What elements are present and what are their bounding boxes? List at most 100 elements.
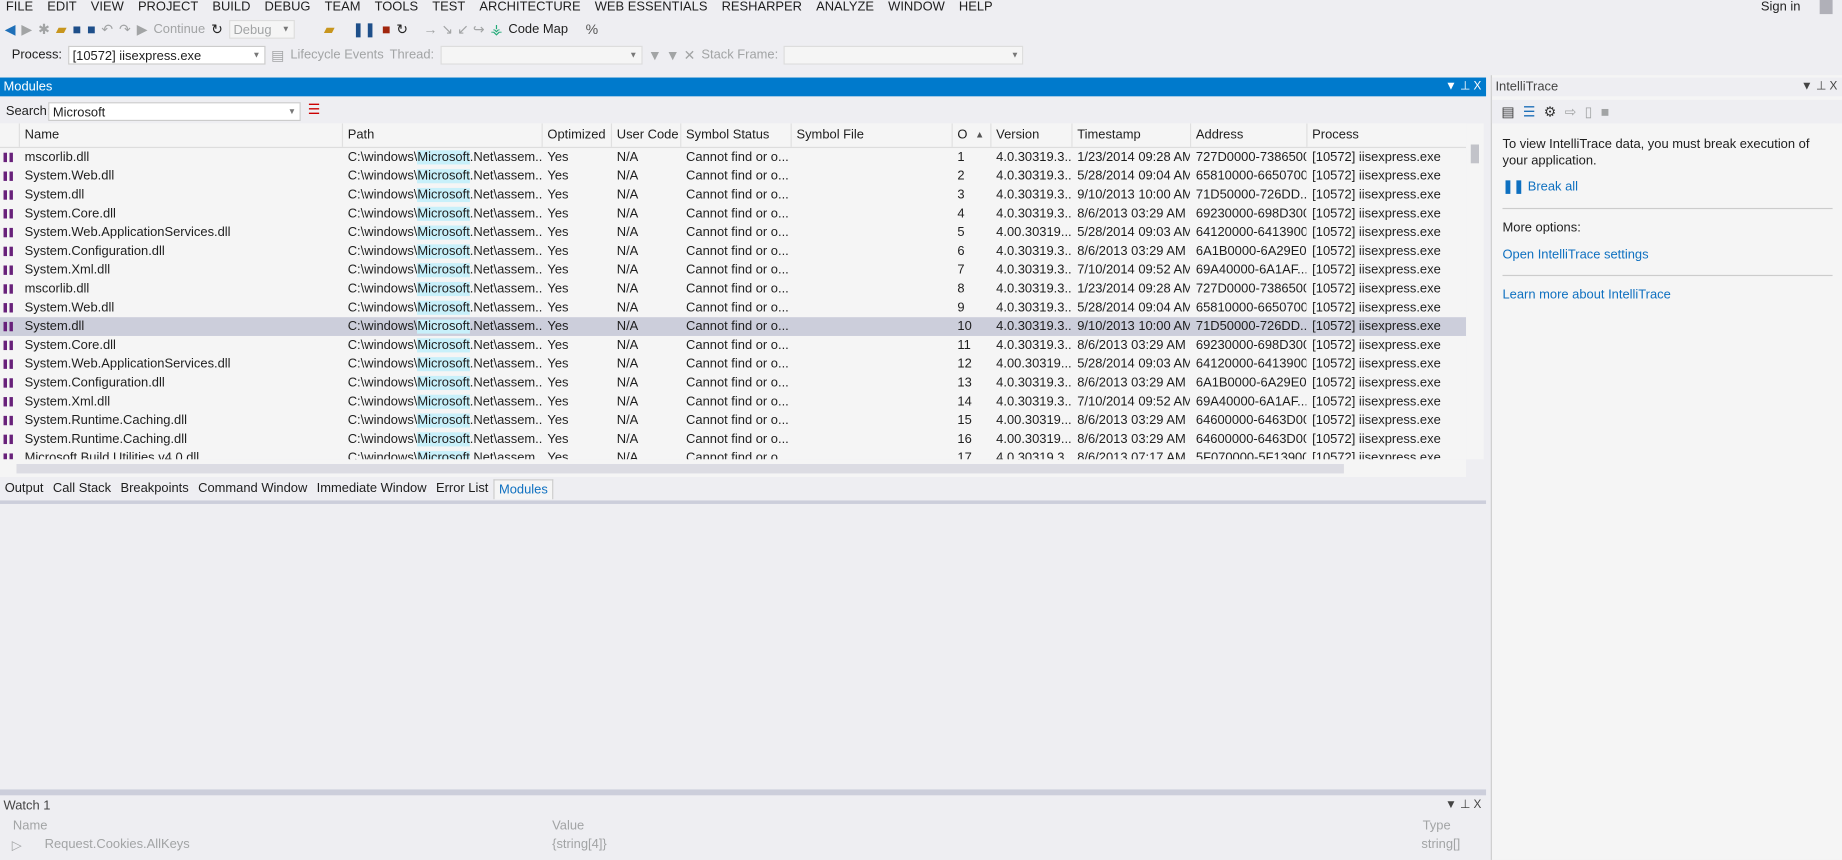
menu-build[interactable]: BUILD xyxy=(206,0,258,15)
menu-help[interactable]: HELP xyxy=(953,0,1001,15)
table-row[interactable]: System.Xml.dll C:\windows\Microsoft.Net\a… xyxy=(0,392,1466,411)
column-header-o[interactable]: O xyxy=(951,123,991,147)
scroll-thumb[interactable] xyxy=(1470,144,1479,164)
table-row[interactable]: Microsoft.Build.Utilities.v4.0.dll C:\win… xyxy=(0,449,1466,460)
navigate-icon[interactable]: ⇨ xyxy=(1565,103,1577,119)
table-row[interactable]: mscorlib.dll C:\windows\Microsoft.Net\ass… xyxy=(0,148,1466,167)
watch-row-value[interactable]: {string[4]} xyxy=(552,838,607,852)
tab-breakpoints[interactable]: Breakpoints xyxy=(116,479,194,499)
column-header-address[interactable]: Address xyxy=(1190,123,1306,147)
close-icon[interactable]: X xyxy=(1474,80,1482,93)
continue-button[interactable]: Continue xyxy=(153,22,205,36)
column-header-symbol-file[interactable]: Symbol File xyxy=(790,123,952,147)
menu-file[interactable]: FILE xyxy=(0,0,41,15)
restart-debugging-icon[interactable]: ↻ xyxy=(396,21,408,37)
table-row[interactable]: System.Web.dll C:\windows\Microsoft.Net\a… xyxy=(0,167,1466,186)
table-row[interactable]: System.Runtime.Caching.dll C:\windows\Mic… xyxy=(0,411,1466,430)
tab-immediate-window[interactable]: Immediate Window xyxy=(312,479,431,499)
menu-debug[interactable]: DEBUG xyxy=(259,0,319,15)
menu-test[interactable]: TEST xyxy=(426,0,473,15)
window-menu-icon[interactable]: ▼ xyxy=(1445,80,1457,93)
table-row[interactable]: System.Web.ApplicationServices.dll C:\win… xyxy=(0,223,1466,242)
tab-modules[interactable]: Modules xyxy=(493,479,554,500)
table-row[interactable]: System.Runtime.Caching.dll C:\windows\Mic… xyxy=(0,430,1466,449)
toolbar-options-icon[interactable]: % xyxy=(586,21,599,37)
window-menu-icon[interactable]: ▼ xyxy=(1801,80,1813,93)
table-row[interactable]: System.Web.dll C:\windows\Microsoft.Net\a… xyxy=(0,298,1466,317)
horizontal-scrollbar[interactable] xyxy=(0,459,1467,477)
save-all-icon[interactable]: ■ xyxy=(87,21,96,37)
break-all-icon[interactable]: ❚❚ xyxy=(352,21,376,37)
menu-team[interactable]: TEAM xyxy=(319,0,369,15)
table-row[interactable]: mscorlib.dll C:\windows\Microsoft.Net\ass… xyxy=(0,280,1466,299)
menu-window[interactable]: WINDOW xyxy=(882,0,953,15)
thread-select[interactable]: ▼ xyxy=(439,45,643,65)
table-row[interactable]: System.Core.dll C:\windows\Microsoft.Net\… xyxy=(0,336,1466,355)
menu-architecture[interactable]: ARCHITECTURE xyxy=(474,0,589,15)
table-row[interactable]: System.Web.ApplicationServices.dll C:\win… xyxy=(0,355,1466,374)
splitter[interactable] xyxy=(0,789,1487,796)
close-icon[interactable]: X xyxy=(1829,80,1837,93)
watch-row-name[interactable]: Request.Cookies.AllKeys xyxy=(45,838,190,852)
undo-icon[interactable]: ↶ xyxy=(101,21,113,37)
back-icon[interactable]: ◀ xyxy=(5,21,16,37)
menu-web-essentials[interactable]: WEB ESSENTIALS xyxy=(589,0,716,15)
save-icon[interactable]: ■ xyxy=(73,21,82,37)
events-view-icon[interactable]: ▤ xyxy=(1501,103,1514,119)
column-header-process[interactable]: Process xyxy=(1306,123,1466,147)
tab-error-list[interactable]: Error List xyxy=(431,479,493,499)
pin-icon[interactable]: ⊥ xyxy=(1816,80,1826,93)
column-header-name[interactable]: Name xyxy=(18,123,342,147)
tab-command-window[interactable]: Command Window xyxy=(193,479,312,499)
expand-icon[interactable]: ▷ xyxy=(12,838,22,853)
save-log-icon[interactable]: ■ xyxy=(1601,103,1610,119)
menu-edit[interactable]: EDIT xyxy=(41,0,85,15)
table-row[interactable]: System.dll C:\windows\Microsoft.Net\assem… xyxy=(0,186,1466,205)
window-menu-icon[interactable]: ▼ xyxy=(1445,799,1457,812)
break-all-link[interactable]: ❚❚ Break all xyxy=(1502,179,1578,194)
filter-icon[interactable]: ▼ ▼ ✕ xyxy=(648,47,696,63)
table-row[interactable]: System.Core.dll C:\windows\Microsoft.Net\… xyxy=(0,204,1466,223)
pin-icon[interactable]: ⊥ xyxy=(1460,799,1470,812)
column-header-symbol-status[interactable]: Symbol Status xyxy=(680,123,790,147)
lifecycle-events-button[interactable]: Lifecycle Events xyxy=(290,48,383,62)
menu-view[interactable]: VIEW xyxy=(85,0,132,15)
forward-icon[interactable]: ▶ xyxy=(21,21,32,37)
table-row[interactable]: System.Configuration.dll C:\windows\Micro… xyxy=(0,242,1466,261)
continue-icon[interactable]: ▶ xyxy=(137,21,148,37)
configuration-select[interactable]: Debug ▼ xyxy=(228,19,295,39)
redo-icon[interactable]: ↷ xyxy=(119,21,131,37)
open-log-icon[interactable]: ▯ xyxy=(1585,103,1593,119)
column-header-optimized[interactable]: Optimized xyxy=(541,123,611,147)
table-row[interactable]: System.Xml.dll C:\windows\Microsoft.Net\a… xyxy=(0,261,1466,280)
menu-project[interactable]: PROJECT xyxy=(132,0,206,15)
settings-icon[interactable]: ⚙ xyxy=(1544,103,1557,119)
account-avatar-icon[interactable] xyxy=(1819,0,1833,15)
search-input[interactable]: Microsoft ▼ xyxy=(48,102,301,121)
column-header-version[interactable]: Version xyxy=(990,123,1071,147)
table-row[interactable]: System.Configuration.dll C:\windows\Micro… xyxy=(0,374,1466,393)
open-file-icon[interactable]: ▰ xyxy=(56,21,67,37)
close-icon[interactable]: X xyxy=(1474,799,1482,812)
calls-view-icon[interactable]: ☰ xyxy=(1523,103,1536,119)
tab-call-stack[interactable]: Call Stack xyxy=(48,479,116,499)
restart-icon[interactable]: ↻ xyxy=(211,21,223,37)
table-row[interactable]: System.dll C:\windows\Microsoft.Net\assem… xyxy=(0,317,1467,336)
pin-icon[interactable]: ⊥ xyxy=(1460,80,1470,93)
column-header-user-code[interactable]: User Code xyxy=(610,123,680,147)
new-project-icon[interactable]: ✱ xyxy=(38,21,50,37)
menu-tools[interactable]: TOOLS xyxy=(369,0,427,15)
stack-frame-select[interactable]: ▼ xyxy=(784,45,1024,65)
sign-in-link[interactable]: Sign in xyxy=(1761,0,1801,14)
process-select[interactable]: [10572] iisexpress.exe ▼ xyxy=(67,45,266,65)
lifecycle-icon[interactable]: ▤ xyxy=(271,47,284,63)
stop-debugging-icon[interactable]: ■ xyxy=(382,21,391,37)
tab-output[interactable]: Output xyxy=(0,479,48,499)
code-map-icon[interactable]: ⚶ xyxy=(491,21,503,37)
menu-resharper[interactable]: RESHARPER xyxy=(716,0,811,15)
menu-analyze[interactable]: ANALYZE xyxy=(810,0,882,15)
hscroll-thumb[interactable] xyxy=(16,464,1344,474)
step-into-icon[interactable]: → ↘ ↙ ↪ xyxy=(423,21,484,37)
learn-more-link[interactable]: Learn more about IntelliTrace xyxy=(1502,288,1670,302)
clear-search-icon[interactable]: ☰ xyxy=(308,101,321,117)
